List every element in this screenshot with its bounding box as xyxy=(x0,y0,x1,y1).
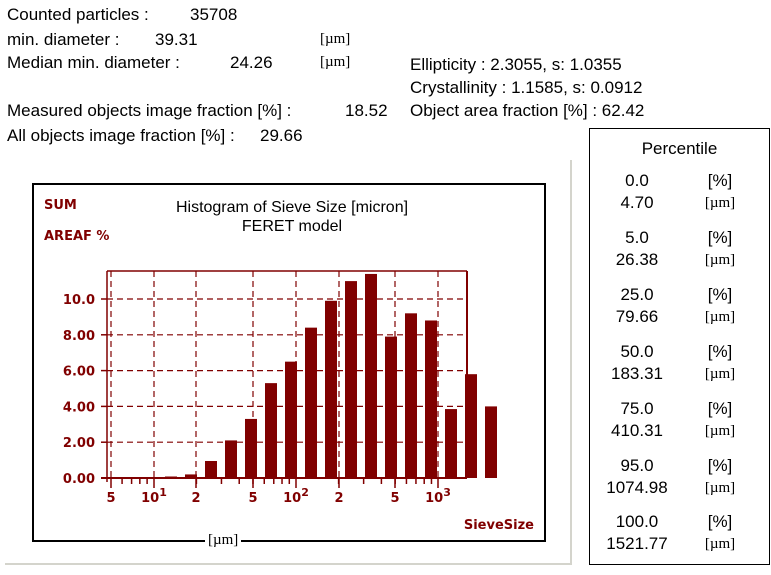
histogram-panel: SUM AREAF % Histogram of Sieve Size [mic… xyxy=(32,183,546,542)
x-axis-unit: [µm] xyxy=(205,532,242,549)
percentile-size-value: 79.66 xyxy=(615,307,659,326)
median-min-diameter-value: 24.26 xyxy=(230,53,273,72)
histogram-bar xyxy=(325,300,337,478)
y-tick-label: 2.00 xyxy=(63,436,95,451)
min-diameter-label: min. diameter : xyxy=(7,30,120,49)
x-tick-exponent: 2 xyxy=(301,486,309,499)
percentile-size-unit: [µm] xyxy=(704,536,736,552)
panel-divider-horizontal xyxy=(5,563,571,565)
percentile-percent-unit: [%] xyxy=(707,171,733,190)
histogram-bar xyxy=(405,313,417,478)
percentile-percent-value: 100.0 xyxy=(615,512,659,531)
percentile-percent-unit: [%] xyxy=(707,285,733,304)
percentile-size-value: 1074.98 xyxy=(606,478,668,497)
percentile-size-unit: [µm] xyxy=(704,423,736,439)
corner-label-areaf: AREAF % xyxy=(44,229,109,244)
percentile-percent-unit: [%] xyxy=(707,342,733,361)
object-area-fraction: Object area fraction [%] : 62.42 xyxy=(410,101,645,120)
histogram-bar xyxy=(385,336,397,478)
y-tick-label: 4.00 xyxy=(63,400,95,415)
histogram-bar xyxy=(185,474,197,478)
y-tick-label: 0.00 xyxy=(63,472,95,487)
percentile-percent-value: 0.0 xyxy=(625,171,649,190)
histogram-bar xyxy=(345,281,357,478)
percentile-percent-value: 95.0 xyxy=(620,456,654,475)
percentile-percent-value: 50.0 xyxy=(620,342,654,361)
percentile-size-unit: [µm] xyxy=(704,480,736,496)
percentile-percent-value: 5.0 xyxy=(625,228,649,247)
percentile-percent-unit: [%] xyxy=(707,512,733,531)
x-tick-label: 102 xyxy=(283,486,309,506)
y-tick-label: 6.00 xyxy=(63,365,95,380)
median-min-diameter-unit: [µm] xyxy=(320,54,351,70)
ellipticity: Ellipticity : 2.3055, s: 1.0355 xyxy=(410,55,622,74)
histogram-chart: SUM AREAF % Histogram of Sieve Size [mic… xyxy=(44,198,534,533)
percentile-size-unit: [µm] xyxy=(704,309,736,325)
percentile-percent-value: 25.0 xyxy=(620,285,654,304)
chart-subtitle: FERET model xyxy=(242,218,342,235)
y-tick-label: 10.0 xyxy=(63,293,95,308)
x-tick-label: 5 xyxy=(106,491,115,506)
y-tick-label: 8.00 xyxy=(63,329,95,344)
histogram-bar xyxy=(305,327,317,478)
histogram-bar xyxy=(365,273,377,478)
all-fraction-label: All objects image fraction [%] : xyxy=(7,126,235,145)
measured-fraction-label: Measured objects image fraction [%] : xyxy=(7,101,292,120)
all-fraction-value: 29.66 xyxy=(260,126,303,145)
histogram-bar xyxy=(485,406,497,478)
histogram-bar xyxy=(285,361,297,478)
percentile-percent-unit: [%] xyxy=(707,228,733,247)
x-tick-label: 2 xyxy=(191,491,200,506)
x-tick-label: 5 xyxy=(248,491,257,506)
percentile-size-unit: [µm] xyxy=(704,252,736,268)
counted-particles-label: Counted particles : xyxy=(7,5,149,24)
corner-label-sum: SUM xyxy=(44,198,77,213)
percentile-size-value: 410.31 xyxy=(611,421,663,440)
histogram-bar xyxy=(465,374,477,478)
percentile-percent-value: 75.0 xyxy=(620,399,654,418)
percentile-size-value: 183.31 xyxy=(611,364,663,383)
x-tick-label: 101 xyxy=(141,486,167,506)
percentile-size-unit: [µm] xyxy=(704,366,736,382)
panel-divider-vertical xyxy=(570,160,572,565)
crystallinity: Crystallinity : 1.1585, s: 0.0912 xyxy=(410,78,643,97)
percentile-percent-unit: [%] xyxy=(707,456,733,475)
x-tick-label: 5 xyxy=(390,491,399,506)
min-diameter-value: 39.31 xyxy=(155,30,198,49)
median-min-diameter-label: Median min. diameter : xyxy=(7,53,180,72)
x-axis-label: SieveSize xyxy=(464,518,534,533)
counted-particles-value: 35708 xyxy=(190,5,238,24)
percentile-percent-unit: [%] xyxy=(707,399,733,418)
min-diameter-unit: [µm] xyxy=(320,31,351,47)
percentile-size-value: 1521.77 xyxy=(606,534,668,553)
histogram-bar xyxy=(265,383,277,478)
percentile-size-unit: [µm] xyxy=(704,195,736,211)
percentile-size-value: 26.38 xyxy=(615,250,659,269)
percentile-size-value: 4.70 xyxy=(620,193,654,212)
x-tick-label: 2 xyxy=(334,491,343,506)
x-tick-label: 103 xyxy=(425,486,451,506)
histogram-bar xyxy=(225,440,237,478)
chart-title: Histogram of Sieve Size [micron] xyxy=(176,199,408,216)
x-tick-exponent: 1 xyxy=(159,486,167,499)
histogram-bar xyxy=(445,409,457,478)
histogram-bar xyxy=(245,418,257,478)
histogram-bar xyxy=(165,476,177,478)
percentile-panel: Percentile 0.0 [%] 4.70 [µm] 5.0 [%] 26.38 [µm]… xyxy=(589,128,770,565)
percentile-title: Percentile xyxy=(641,139,718,158)
measured-fraction-value: 18.52 xyxy=(345,101,388,120)
histogram-bar xyxy=(205,460,217,478)
histogram-bar xyxy=(425,320,437,478)
x-tick-exponent: 3 xyxy=(443,486,451,499)
